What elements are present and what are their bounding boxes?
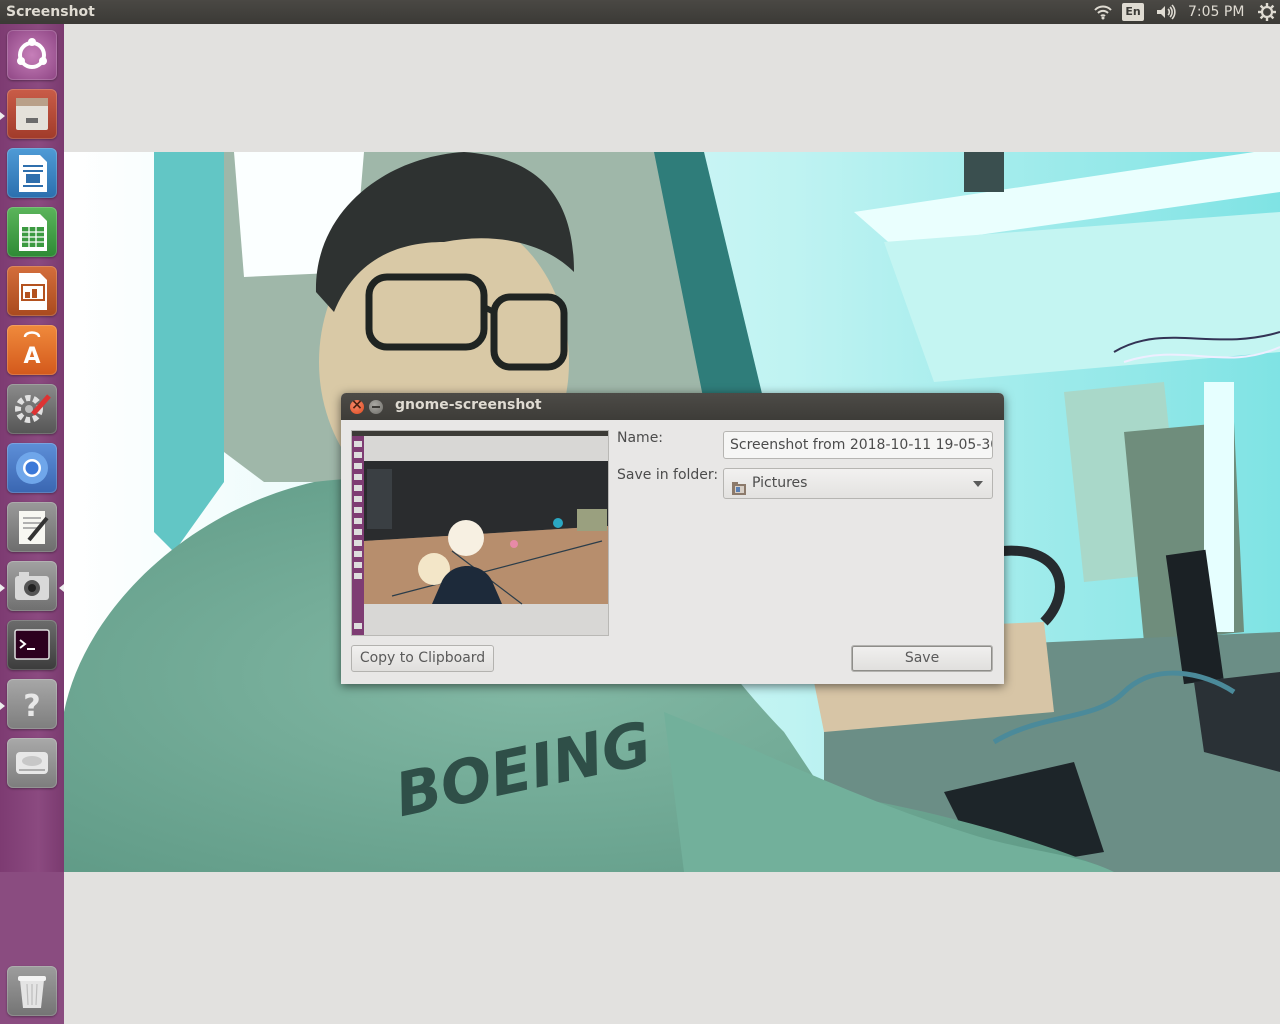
save-button[interactable]: Save [851, 645, 993, 672]
screenshot-dialog: gnome-screenshot [341, 393, 1004, 684]
dialog-title: gnome-screenshot [395, 397, 542, 413]
files-icon[interactable] [7, 89, 57, 139]
text-editor-icon[interactable] [7, 502, 57, 552]
screenshot-icon[interactable] [7, 561, 57, 611]
active-app-title: Screenshot [6, 4, 95, 20]
running-indicator [0, 584, 5, 592]
top-panel: Screenshot En 7:05 PM [0, 0, 1280, 24]
chromium-icon[interactable] [7, 443, 57, 493]
minimize-icon[interactable] [369, 400, 383, 414]
save-folder-value: Pictures [752, 475, 808, 491]
libreoffice-calc-icon[interactable] [7, 207, 57, 257]
terminal-icon[interactable] [7, 620, 57, 670]
wifi-icon[interactable] [1092, 0, 1114, 24]
launcher: A ? [0, 24, 64, 1024]
name-label: Name: [617, 430, 664, 446]
screenshot-preview [351, 430, 609, 636]
software-center-icon[interactable]: A [7, 325, 57, 375]
trash-icon[interactable] [7, 966, 57, 1016]
save-folder-select[interactable]: Pictures [723, 468, 993, 499]
drive-icon[interactable] [7, 738, 57, 788]
save-folder-label: Save in folder: [617, 467, 719, 483]
help-icon[interactable]: ? [7, 679, 57, 729]
gear-icon[interactable] [1256, 0, 1278, 24]
chevron-down-icon [973, 481, 983, 487]
pictures-folder-icon [732, 477, 746, 495]
active-indicator [59, 584, 64, 592]
system-settings-icon[interactable] [7, 384, 57, 434]
ubuntu-dash-icon[interactable] [7, 30, 57, 80]
running-indicator [0, 702, 5, 710]
dialog-titlebar[interactable]: gnome-screenshot [341, 393, 1004, 420]
keyboard-layout-indicator[interactable]: En [1122, 3, 1144, 21]
libreoffice-impress-icon[interactable] [7, 266, 57, 316]
running-indicator [0, 112, 5, 120]
close-icon[interactable] [350, 397, 364, 414]
copy-to-clipboard-button[interactable]: Copy to Clipboard [351, 645, 494, 672]
svg-text:?: ? [23, 689, 40, 724]
svg-text:A: A [23, 344, 40, 369]
volume-icon[interactable] [1154, 0, 1178, 24]
clock[interactable]: 7:05 PM [1188, 0, 1248, 24]
libreoffice-writer-icon[interactable] [7, 148, 57, 198]
file-name-input[interactable]: Screenshot from 2018-10-11 19-05-30.png [723, 431, 993, 459]
